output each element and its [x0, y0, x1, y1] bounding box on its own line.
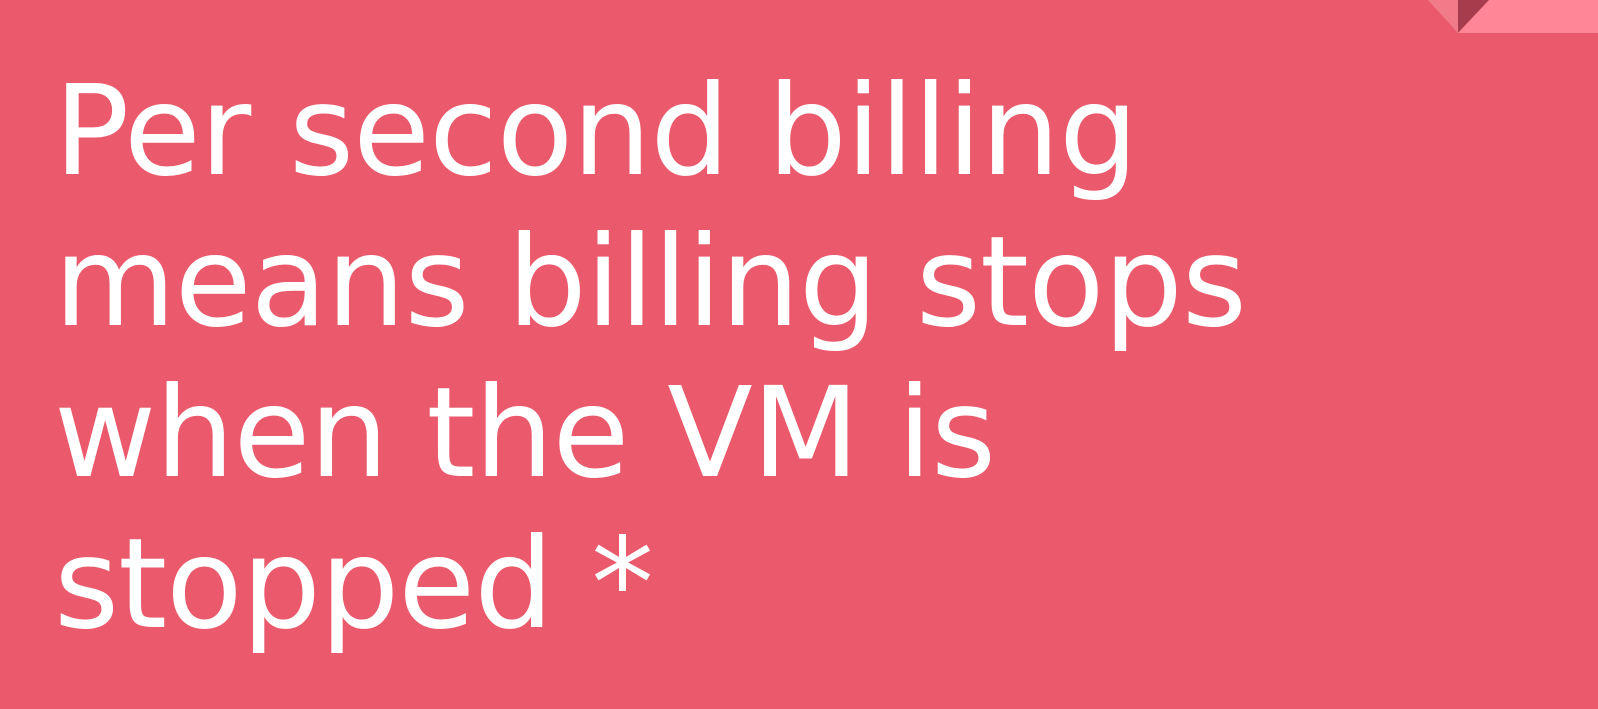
headline-line-3: when the VM is — [54, 361, 996, 506]
folded-corner-soft-triangle — [1428, 0, 1458, 33]
folded-corner-icon — [1398, 0, 1598, 33]
slide-headline: Per second billing means billing stops w… — [54, 56, 1354, 660]
headline-line-4: stopped * — [54, 512, 654, 657]
headline-line-1: Per second billing — [54, 59, 1138, 204]
folded-corner-shape — [1428, 0, 1598, 33]
slide: Per second billing means billing stops w… — [0, 0, 1598, 709]
headline-line-2: means billing stops — [54, 210, 1247, 355]
